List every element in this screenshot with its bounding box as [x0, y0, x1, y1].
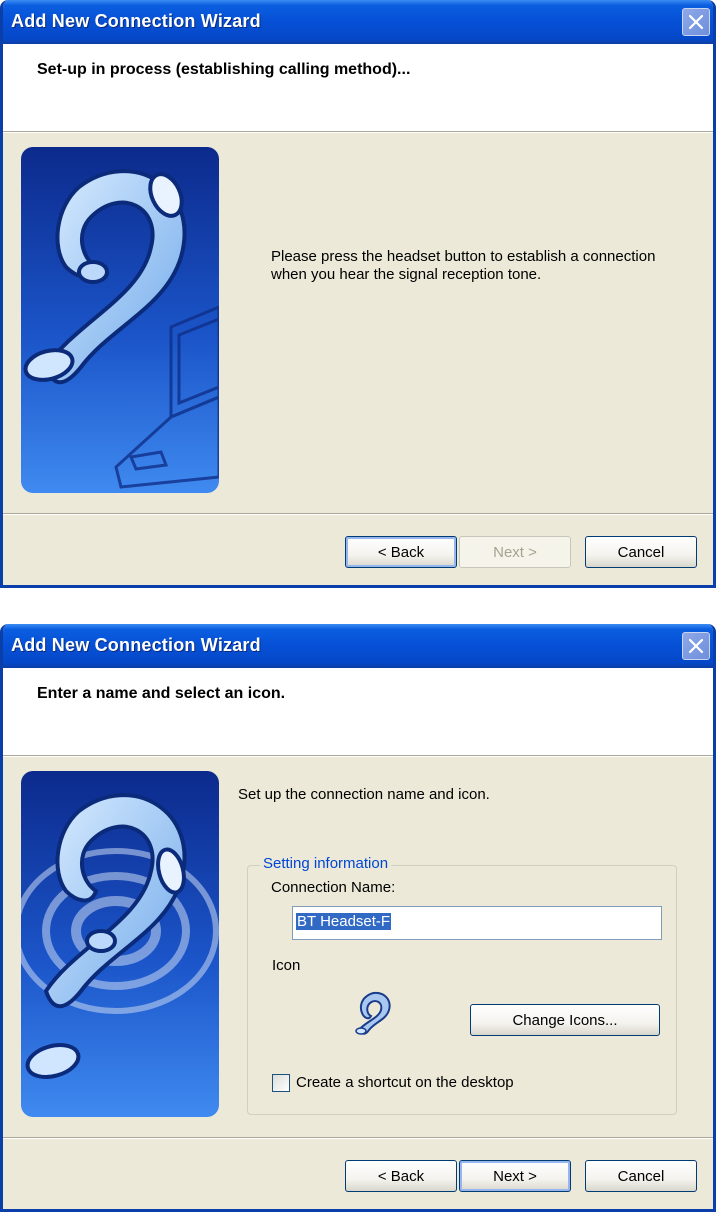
next-button[interactable]: Next >	[459, 536, 571, 568]
close-icon	[688, 14, 704, 30]
change-icons-button[interactable]: Change Icons...	[470, 1004, 660, 1036]
cancel-button[interactable]: Cancel	[585, 536, 697, 568]
next-button[interactable]: Next >	[459, 1160, 571, 1192]
back-button[interactable]: < Back	[345, 536, 457, 568]
footer-separator	[3, 1137, 713, 1139]
cancel-button[interactable]: Cancel	[585, 1160, 697, 1192]
shortcut-checkbox[interactable]	[272, 1074, 290, 1092]
connection-name-input[interactable]: BT Headset-F	[292, 906, 662, 940]
headset-waves-illustration	[21, 771, 219, 1117]
window-title: Add New Connection Wizard	[11, 635, 261, 655]
title-bar[interactable]: Add New Connection Wizard	[3, 624, 713, 668]
back-button[interactable]: < Back	[345, 1160, 457, 1192]
shortcut-checkbox-label[interactable]: Create a shortcut on the desktop	[296, 1074, 514, 1091]
headset-laptop-illustration	[21, 147, 219, 493]
close-icon	[688, 638, 704, 654]
wizard-header: Enter a name and select an icon.	[3, 668, 713, 756]
connection-name-value: BT Headset-F	[296, 913, 392, 930]
close-button[interactable]	[682, 632, 710, 660]
title-bar[interactable]: Add New Connection Wizard	[3, 0, 713, 44]
connection-name-label: Connection Name:	[271, 879, 396, 896]
wizard-header: Set-up in process (establishing calling …	[3, 44, 713, 132]
instruction-text: Please press the headset button to estab…	[271, 248, 656, 283]
headset-icon	[355, 991, 391, 1035]
window-title: Add New Connection Wizard	[11, 11, 261, 31]
group-title: Setting information	[260, 855, 392, 872]
footer-separator	[3, 513, 713, 515]
wizard-window-name-icon: Add New Connection Wizard Enter a name a…	[0, 624, 716, 1212]
header-title: Set-up in process (establishing calling …	[37, 61, 411, 78]
close-button[interactable]	[682, 8, 710, 36]
header-title: Enter a name and select an icon.	[37, 685, 286, 702]
intro-text: Set up the connection name and icon.	[238, 786, 490, 803]
wizard-window-calling-method: Add New Connection Wizard Set-up in proc…	[0, 0, 716, 588]
icon-label: Icon	[272, 957, 301, 974]
